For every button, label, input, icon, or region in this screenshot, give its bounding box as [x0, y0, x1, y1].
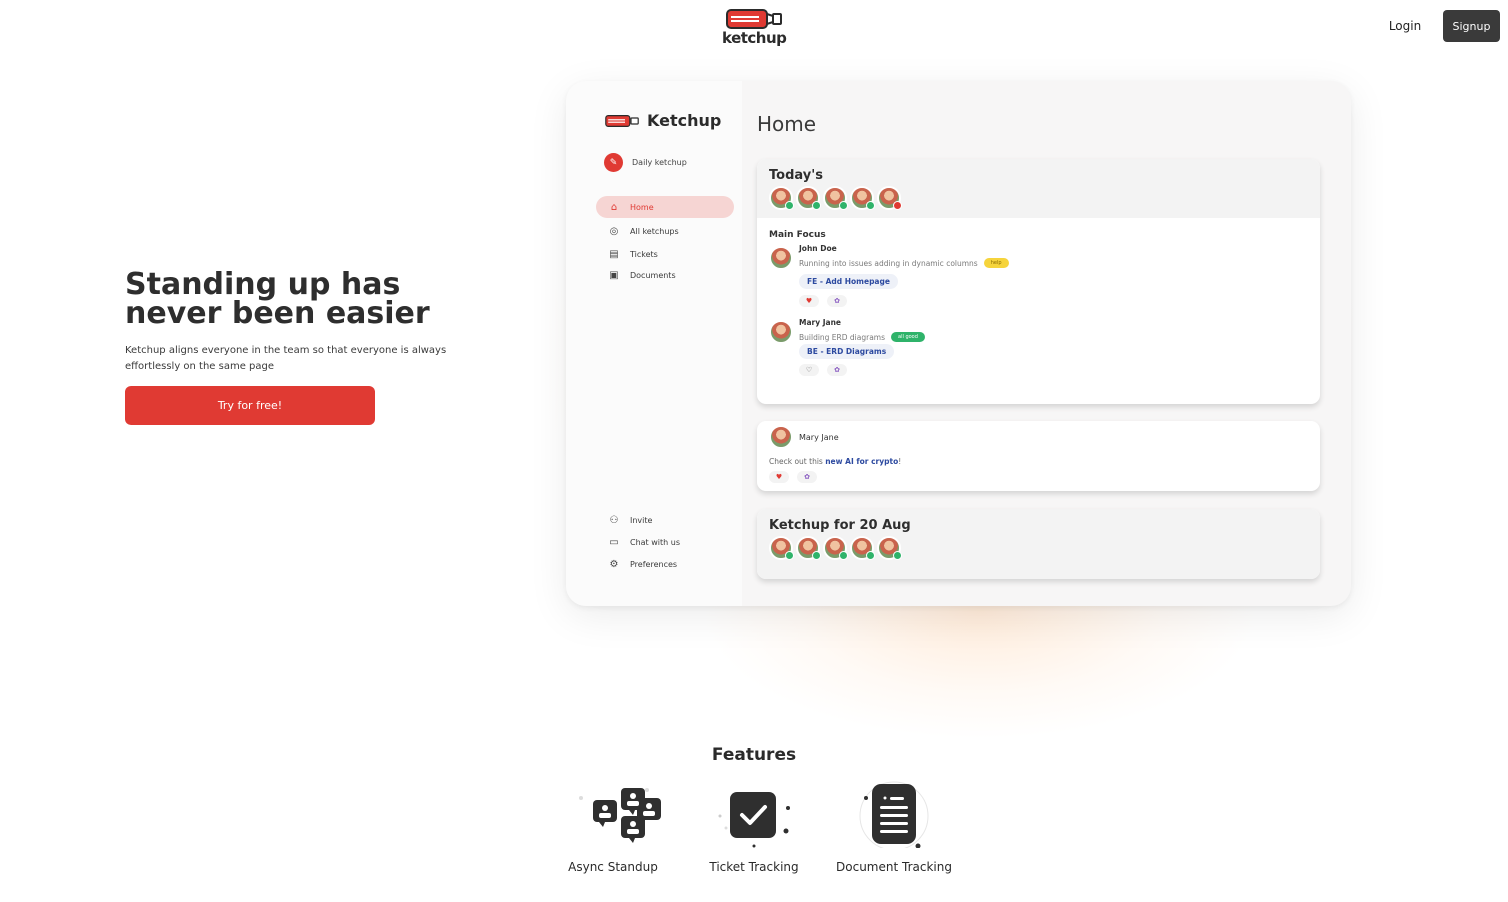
- avatar: [769, 425, 793, 449]
- nav-label: Documents: [630, 270, 676, 280]
- daily-ketchup-button: ✎ Daily ketchup: [604, 153, 687, 172]
- emoji-icon: ✿: [827, 364, 847, 376]
- reactions: ♥ ✿: [799, 295, 855, 307]
- emoji-icon: ✿: [827, 295, 847, 307]
- avatar: [823, 536, 848, 560]
- post-link: new AI for crypto: [825, 457, 899, 466]
- feature-label: Document Tracking: [836, 860, 952, 874]
- check-circle-icon: ◎: [609, 225, 619, 237]
- app-preview: Ketchup ✎ Daily ketchup ⌂ Home ◎ All ket…: [566, 81, 1351, 606]
- status-badge: help: [983, 258, 1009, 268]
- avatar: [796, 536, 821, 560]
- history-title: Ketchup for 20 Aug: [769, 518, 911, 533]
- preview-nav-preferences: ⚙ Preferences: [596, 553, 734, 575]
- chat-icon: ▭: [609, 536, 619, 548]
- heart-icon: ♥: [799, 295, 819, 307]
- reactions: ♥ ✿: [769, 471, 825, 483]
- preview-page-title: Home: [757, 112, 817, 136]
- preview-nav-all-ketchups: ◎ All ketchups: [596, 220, 734, 242]
- heart-outline-icon: ♡: [799, 364, 819, 376]
- entry-desc: Running into issues adding in dynamic co…: [799, 258, 1009, 268]
- user-plus-icon: ⚇: [609, 514, 619, 526]
- brand-logo[interactable]: ketchup: [722, 8, 787, 54]
- list-item: Mary Jane Building ERD diagrams all good…: [769, 314, 1320, 388]
- feature-async-standup: Async Standup: [543, 778, 683, 878]
- entry-name: John Doe: [799, 244, 837, 253]
- avatar: [769, 246, 793, 270]
- team-chat-icon: [563, 778, 663, 848]
- avatar: [769, 320, 793, 344]
- ticket-tag: FE - Add Homepage: [799, 274, 898, 289]
- avatar: [769, 186, 794, 210]
- ticket-tag: BE - ERD Diagrams: [799, 344, 895, 359]
- home-icon: ⌂: [610, 201, 618, 213]
- ketchup-bottle-icon: [726, 9, 782, 29]
- avatar: [877, 186, 902, 210]
- pencil-icon: ✎: [604, 153, 623, 172]
- preview-nav-invite: ⚇ Invite: [596, 509, 734, 531]
- todays-card: Today's Main Focus John Doe Running into…: [757, 159, 1320, 404]
- nav-label: Tickets: [630, 249, 658, 259]
- emoji-icon: ✿: [797, 471, 817, 483]
- heart-icon: ♥: [769, 471, 789, 483]
- brand-name: ketchup: [722, 29, 787, 47]
- avatar: [850, 536, 875, 560]
- document-list-icon: [844, 778, 944, 851]
- todays-title: Today's: [769, 168, 823, 183]
- avatar: [823, 186, 848, 210]
- avatar: [877, 536, 902, 560]
- status-badge: all good: [891, 332, 925, 342]
- preview-sidebar: Ketchup ✎ Daily ketchup ⌂ Home ◎ All ket…: [566, 81, 742, 606]
- preview-nav-documents: ▣ Documents: [596, 264, 734, 286]
- hero-title: Standing up has never been easier: [125, 267, 430, 331]
- entry-desc: Building ERD diagrams all good: [799, 332, 925, 342]
- nav-label: Chat with us: [630, 537, 680, 547]
- history-header: Ketchup for 20 Aug: [757, 509, 1320, 579]
- avatar: [769, 536, 794, 560]
- ticket-icon: ▤: [609, 248, 619, 260]
- signup-button[interactable]: Signup: [1443, 10, 1500, 42]
- reactions: ♡ ✿: [799, 364, 855, 376]
- preview-logo: Ketchup: [604, 111, 721, 130]
- preview-nav-tickets: ▤ Tickets: [596, 243, 734, 265]
- todays-header: Today's: [757, 159, 1320, 218]
- avatar: [796, 186, 821, 210]
- daily-ketchup-label: Daily ketchup: [632, 158, 687, 167]
- nav-label: Preferences: [630, 559, 678, 569]
- post-author: Mary Jane: [799, 433, 839, 442]
- feature-label: Ticket Tracking: [709, 860, 799, 874]
- nav-label: Invite: [630, 515, 653, 525]
- try-free-button[interactable]: Try for free!: [125, 386, 375, 425]
- list-item: John Doe Running into issues adding in d…: [769, 240, 1320, 314]
- nav-label: All ketchups: [630, 226, 679, 236]
- features-title: Features: [711, 745, 797, 765]
- feature-label: Async Standup: [568, 860, 658, 874]
- avatar-row: [769, 186, 1308, 210]
- checkbox-icon: [704, 778, 804, 848]
- avatar: [850, 186, 875, 210]
- feature-ticket-tracking: Ticket Tracking: [684, 778, 824, 878]
- ketchup-bottle-icon: [605, 114, 639, 127]
- post-card: Mary Jane Check out this new AI for cryp…: [757, 421, 1320, 491]
- history-card: Ketchup for 20 Aug: [757, 509, 1320, 579]
- feature-document-tracking: Document Tracking: [824, 778, 964, 878]
- preview-brand: Ketchup: [647, 111, 722, 130]
- post-text: Check out this new AI for crypto!: [769, 457, 902, 466]
- avatar-row: [769, 536, 1308, 560]
- preview-nav-home: ⌂ Home: [596, 196, 734, 218]
- entry-name: Mary Jane: [799, 318, 842, 327]
- nav-label: Home: [630, 202, 654, 212]
- gear-icon: ⚙: [609, 558, 619, 570]
- folder-icon: ▣: [609, 269, 619, 281]
- login-link[interactable]: Login: [1378, 14, 1432, 38]
- preview-nav-chat: ▭ Chat with us: [596, 531, 734, 553]
- main-focus-label: Main Focus: [769, 230, 826, 240]
- hero-subtitle: Ketchup aligns everyone in the team so t…: [125, 345, 447, 372]
